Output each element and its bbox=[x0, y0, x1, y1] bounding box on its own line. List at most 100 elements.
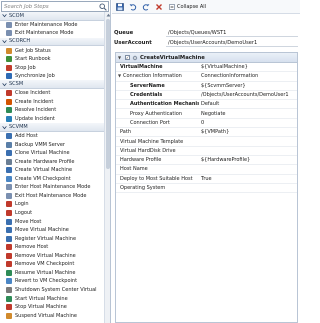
chevron-down-icon[interactable] bbox=[2, 125, 7, 130]
job-step-groups: SCOM Enter Maintenance Mode Exit Maintenan… bbox=[0, 12, 104, 320]
job-step-label: Update Incident bbox=[15, 115, 55, 122]
scroll-thumb[interactable] bbox=[106, 19, 110, 169]
job-step-label: Create Incident bbox=[15, 98, 54, 105]
property-value[interactable]: ${HardwareProfile} bbox=[199, 157, 297, 163]
job-step-item[interactable]: Start Virtual Machine bbox=[0, 294, 104, 303]
backup-icon bbox=[6, 141, 12, 148]
property-value[interactable]: ConnectionInformation bbox=[199, 73, 297, 79]
job-step-item[interactable]: Synchronize Job bbox=[0, 72, 104, 81]
property-name: Virtual Machine Template bbox=[120, 138, 184, 145]
job-step-item[interactable]: Suspend Virtual Machine bbox=[0, 311, 104, 320]
job-step-label: Create Virtual Machine bbox=[15, 167, 73, 174]
job-step-item[interactable]: Stop Job bbox=[0, 63, 104, 72]
job-step-item[interactable]: Remove Host bbox=[0, 243, 104, 252]
job-step-item[interactable]: Create Incident bbox=[0, 98, 104, 107]
property-row: Connection Port 0 bbox=[116, 119, 297, 129]
job-step-item[interactable]: Backup VMM Server bbox=[0, 140, 104, 149]
job-step-item[interactable]: Exit Maintenance Mode bbox=[0, 29, 104, 38]
activity-header[interactable]: ▼ ✓ CreateVirtualMachine bbox=[116, 53, 297, 63]
job-step-item[interactable]: Revert to VM Checkpoint bbox=[0, 277, 104, 286]
job-step-item[interactable]: Move Virtual Machine bbox=[0, 226, 104, 235]
job-step-label: Enter Host Maintenance Mode bbox=[15, 184, 91, 191]
job-step-item[interactable]: Login bbox=[0, 200, 104, 209]
property-row: VirtualMachine ${VirtualMachine} bbox=[116, 63, 297, 73]
vm-clone-icon bbox=[6, 150, 12, 157]
enabled-checkbox[interactable]: ✓ bbox=[125, 55, 130, 60]
search-icon[interactable] bbox=[97, 2, 108, 11]
job-step-item[interactable]: Logout bbox=[0, 209, 104, 218]
property-value[interactable]: ${VMPath} bbox=[199, 129, 297, 135]
job-step-item[interactable]: Remove Virtual Machine bbox=[0, 252, 104, 261]
property-row: Host Name bbox=[116, 165, 297, 175]
job-step-item[interactable]: Start Runbook bbox=[0, 55, 104, 64]
save-icon[interactable] bbox=[115, 2, 125, 12]
property-value[interactable]: True bbox=[199, 176, 297, 182]
job-step-item[interactable]: Resolve Incident bbox=[0, 106, 104, 115]
job-step-item[interactable]: Register Virtual Machine bbox=[0, 234, 104, 243]
collapse-all-button[interactable]: Collapse All bbox=[167, 2, 208, 12]
job-step-item[interactable]: Remove VM Checkpoint bbox=[0, 260, 104, 269]
hardware-profile-icon bbox=[6, 158, 12, 165]
job-step-item[interactable]: Stop Virtual Machine bbox=[0, 303, 104, 312]
property-row: Virtual Machine Template bbox=[116, 137, 297, 147]
job-step-label: Get Job Status bbox=[15, 47, 51, 54]
job-step-label: Start Virtual Machine bbox=[15, 295, 68, 302]
scroll-up-icon[interactable] bbox=[105, 12, 110, 18]
job-step-label: Exit Host Maintenance Mode bbox=[15, 192, 87, 199]
property-value[interactable]: /Objects/UserAccounts/DemoUser1 bbox=[199, 92, 297, 98]
job-step-label: Backup VMM Server bbox=[15, 141, 65, 148]
job-step-label: Create Hardware Profile bbox=[15, 158, 75, 165]
vm-register-icon bbox=[6, 235, 12, 242]
search-input[interactable]: Search Job Steps bbox=[4, 4, 97, 10]
job-step-label: Register Virtual Machine bbox=[15, 235, 77, 242]
group-header-scvmm[interactable]: SCVMM bbox=[0, 123, 104, 132]
job-step-item[interactable]: Close Incident bbox=[0, 89, 104, 98]
group-header-scsm[interactable]: SCSM bbox=[0, 80, 104, 90]
property-row: Deploy to Most Suitable Host True bbox=[116, 175, 297, 184]
job-step-item[interactable]: Resume Virtual Machine bbox=[0, 269, 104, 278]
job-step-label: Resume Virtual Machine bbox=[15, 269, 76, 276]
collapse-arrow-icon[interactable]: ▼ bbox=[118, 55, 123, 60]
job-step-item[interactable]: Update Incident bbox=[0, 115, 104, 124]
job-step-item[interactable]: Add Host bbox=[0, 132, 104, 141]
job-step-item[interactable]: Enter Host Maintenance Mode bbox=[0, 183, 104, 192]
activity-block: ▼ ✓ CreateVirtualMachine VirtualMachine $… bbox=[115, 52, 298, 323]
host-move-icon bbox=[6, 218, 12, 225]
queue-label: Queue bbox=[114, 30, 134, 36]
chevron-down-icon[interactable] bbox=[2, 39, 7, 44]
queue-field[interactable]: /Objects/Queues/WST1 bbox=[166, 29, 298, 37]
group-header-label: SCOM bbox=[9, 12, 24, 19]
undo-icon[interactable] bbox=[128, 2, 138, 12]
job-step-item[interactable]: Create Virtual Machine bbox=[0, 166, 104, 175]
group-header-scom[interactable]: SCOM bbox=[0, 12, 104, 21]
delete-icon[interactable] bbox=[154, 2, 164, 12]
job-step-item[interactable]: Create VM Checkpoint bbox=[0, 175, 104, 184]
search-box[interactable]: Search Job Steps bbox=[1, 1, 109, 12]
job-step-item[interactable]: Clone Virtual Machine bbox=[0, 149, 104, 158]
property-value[interactable]: Negotiate bbox=[199, 111, 297, 117]
property-value[interactable]: ${ScvmmServer} bbox=[199, 83, 297, 89]
job-step-item[interactable]: Exit Host Maintenance Mode bbox=[0, 192, 104, 201]
user-account-field[interactable]: /Objects/UserAccounts/DemoUser1 bbox=[166, 39, 298, 47]
job-step-item[interactable]: Create Hardware Profile bbox=[0, 157, 104, 166]
gear-icon bbox=[132, 55, 138, 60]
property-value[interactable]: Default bbox=[199, 101, 297, 107]
job-step-item[interactable]: Move Host bbox=[0, 217, 104, 226]
property-row: Authentication Mechanism Default bbox=[116, 100, 297, 110]
job-step-label: Resolve Incident bbox=[15, 107, 57, 114]
group-header-scorch[interactable]: SCORCH bbox=[0, 37, 104, 47]
job-step-item[interactable]: Shutdown System Center Virtual bbox=[0, 286, 104, 295]
property-value[interactable]: 0 bbox=[199, 120, 297, 126]
chevron-down-icon[interactable] bbox=[2, 13, 7, 18]
job-step-item[interactable]: Enter Maintenance Mode bbox=[0, 21, 104, 30]
left-scrollbar[interactable] bbox=[104, 12, 110, 323]
property-name: ▼ Connection Information bbox=[116, 73, 199, 79]
property-row: Proxy Authentication Negotiate bbox=[116, 109, 297, 119]
job-step-item[interactable]: Get Job Status bbox=[0, 46, 104, 55]
chevron-down-icon[interactable] bbox=[2, 82, 7, 87]
incident-close-icon bbox=[6, 90, 12, 97]
job-status-icon bbox=[6, 47, 12, 54]
logout-icon bbox=[6, 210, 12, 217]
property-value[interactable]: ${VirtualMachine} bbox=[199, 64, 297, 70]
redo-icon[interactable] bbox=[141, 2, 151, 12]
